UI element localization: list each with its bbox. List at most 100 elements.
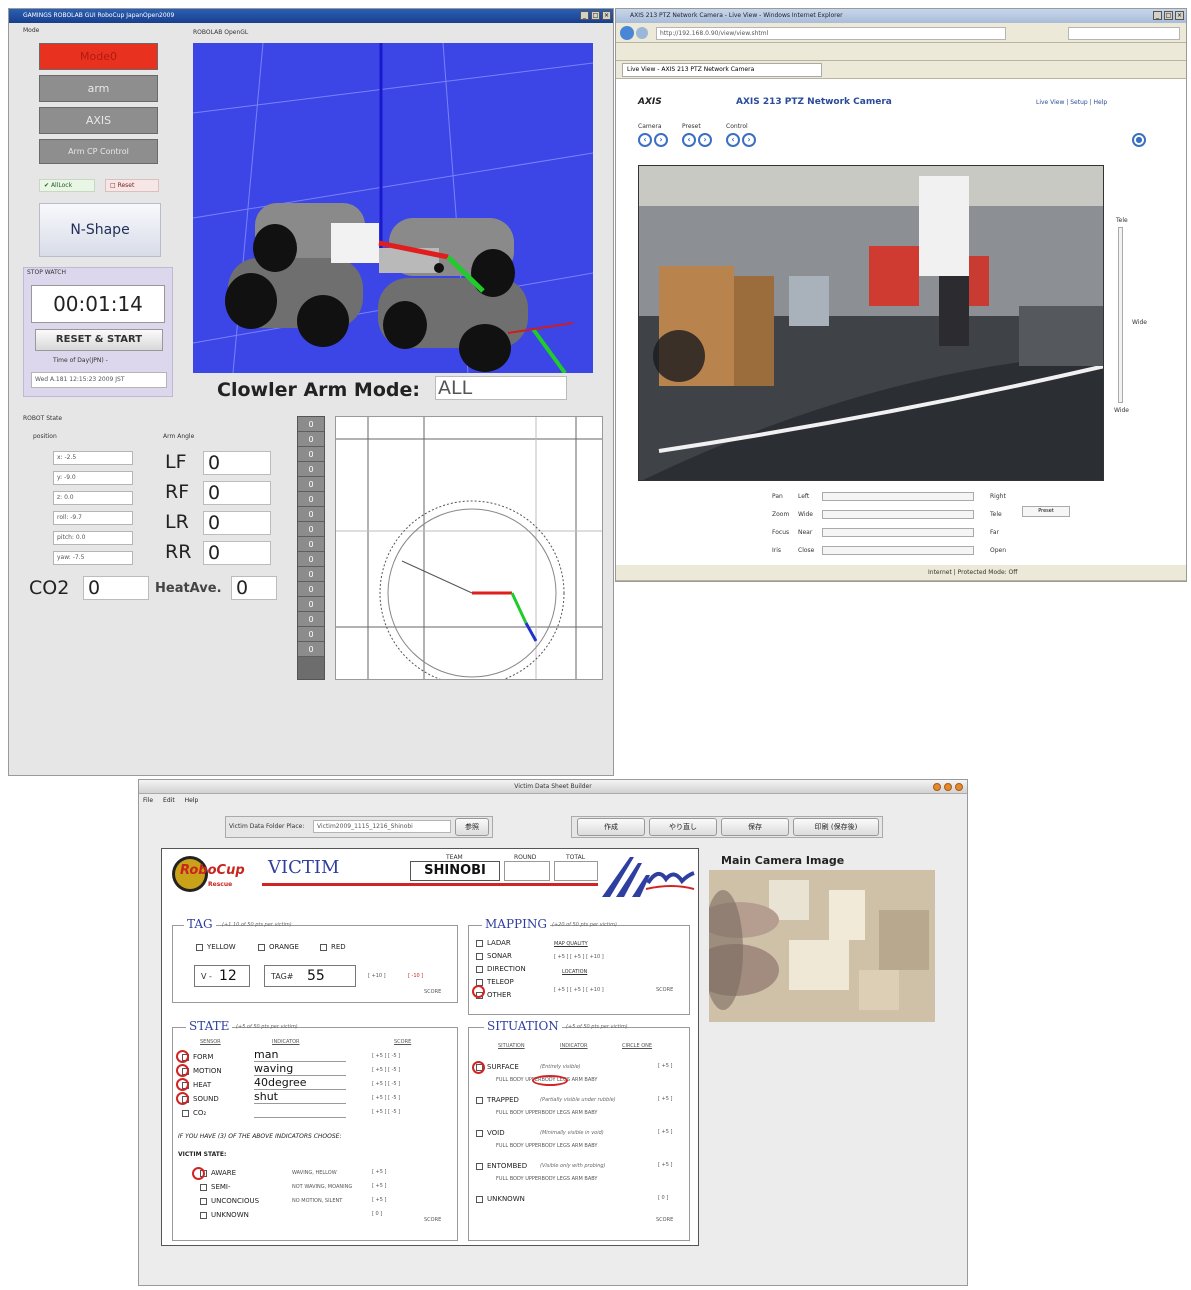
close-button[interactable]: ×	[602, 11, 611, 20]
camera-links[interactable]: Live View | Setup | Help	[1036, 99, 1107, 106]
map-quality-label: MAP QUALITY	[554, 941, 588, 947]
minimize-button[interactable]: _	[580, 11, 589, 20]
position-pitch-field: pitch: 0.0	[53, 531, 133, 545]
alllock-toggle[interactable]: ✔ AllLock	[39, 179, 95, 192]
victim-state-checkbox[interactable]: UNCONCIOUS	[200, 1197, 259, 1205]
situation-checkbox[interactable]: VOID	[476, 1129, 505, 1137]
sensor-column-cell: 0	[298, 462, 324, 477]
create-button[interactable]: 作成	[577, 818, 645, 836]
robot-window-titlebar[interactable]: GAMINGS ROBOLAB GUI RoboCup JapanOpen200…	[9, 9, 613, 23]
victim-close-button[interactable]	[955, 783, 963, 791]
mode0-button[interactable]: Mode0	[39, 43, 158, 70]
preset-button[interactable]: Preset	[1022, 506, 1070, 517]
ptz-slider[interactable]	[822, 528, 974, 537]
ptz-slider[interactable]	[822, 492, 974, 501]
reset-toggle[interactable]: □ Reset	[105, 179, 159, 192]
browser-search-input[interactable]	[1068, 27, 1180, 40]
victim-window-title: Victim Data Sheet Builder	[514, 783, 592, 790]
situation-checkbox[interactable]: TRAPPED	[476, 1096, 519, 1104]
menu-file[interactable]: File	[143, 797, 153, 804]
ptz-slider[interactable]	[822, 510, 974, 519]
forward-icon[interactable]	[636, 27, 648, 39]
control-next-icon[interactable]: ›	[742, 133, 756, 147]
state-score: [ +5 ] [ -5 ]	[372, 1095, 401, 1101]
state-sensor-checkbox[interactable]: CO₂	[182, 1109, 206, 1117]
camera-minimize-button[interactable]: _	[1153, 11, 1162, 20]
preset-prev-icon[interactable]: ‹	[682, 133, 696, 147]
aware-selected-mark	[192, 1167, 205, 1180]
time-of-day-field: Wed A.181 12:15:23 2009 JST	[31, 372, 167, 388]
save-button[interactable]: 保存	[721, 818, 789, 836]
camera-browser-window: AXIS 213 PTZ Network Camera - Live View …	[615, 8, 1187, 582]
victim-state-checkbox[interactable]: UNKNOWN	[200, 1211, 249, 1219]
favorites-bar	[616, 43, 1186, 61]
tag-yellow-checkbox[interactable]: YELLOW	[196, 943, 236, 951]
mapping-item-checkbox[interactable]: TELEOP	[476, 978, 514, 986]
ptz-row-left-label: Near	[798, 529, 813, 536]
mapping-item-checkbox[interactable]: DIRECTION	[476, 965, 526, 973]
location-label: LOCATION	[562, 969, 588, 975]
menu-help[interactable]: Help	[185, 797, 199, 804]
tag-orange-checkbox[interactable]: ORANGE	[258, 943, 299, 951]
camera-next-icon[interactable]: ›	[654, 133, 668, 147]
camera-window-titlebar[interactable]: AXIS 213 PTZ Network Camera - Live View …	[616, 9, 1186, 23]
state-score-label: SCORE	[424, 1217, 442, 1223]
maximize-button[interactable]: □	[591, 11, 600, 20]
victim-window-titlebar[interactable]: Victim Data Sheet Builder	[139, 780, 967, 794]
state-score: [ +5 ] [ -5 ]	[372, 1109, 401, 1115]
location-scores: [ +5 ] [ +5 ] [ +10 ]	[554, 987, 604, 993]
victim-state-checkbox[interactable]: AWARE	[200, 1169, 236, 1177]
n-shape-button[interactable]: N-Shape	[39, 203, 161, 257]
opengl-view[interactable]	[193, 43, 593, 373]
camera-maximize-button[interactable]: □	[1164, 11, 1173, 20]
redo-button[interactable]: やり直し	[649, 818, 717, 836]
ptz-row-left-label: Left	[798, 493, 810, 500]
stopwatch-label: STOP WATCH	[27, 269, 66, 276]
ptz-slider[interactable]	[822, 546, 974, 555]
camera-prev-icon[interactable]: ‹	[638, 133, 652, 147]
arm-lr-value: 0	[203, 511, 271, 535]
total-box	[554, 861, 598, 881]
robocup-logo: RoboCup Rescue	[168, 855, 256, 893]
reset-start-button[interactable]: RESET & START	[35, 329, 163, 351]
situation-note-text: (Partially visible under rubble)	[540, 1097, 616, 1103]
state-indicator-value: man	[254, 1048, 346, 1062]
tag-red-checkbox[interactable]: RED	[320, 943, 346, 951]
folder-input[interactable]: Victim2009_1115_1216_Shinobi	[313, 820, 451, 833]
ptz-row-label: Focus	[772, 529, 790, 536]
camera-live-feed[interactable]	[638, 165, 1104, 481]
axis-button[interactable]: AXIS	[39, 107, 158, 134]
arm-cp-control-button[interactable]: Arm CP Control	[39, 139, 158, 164]
view-label: ROBOLAB OpenGL	[193, 29, 249, 36]
browse-button[interactable]: 参照	[455, 818, 489, 836]
address-input[interactable]: http://192.168.0.90/view/view.shtml	[656, 27, 1006, 40]
situation-checkbox[interactable]: UNKNOWN	[476, 1195, 525, 1203]
tag-section	[172, 925, 458, 1003]
iam-logo-graphic	[602, 857, 695, 897]
menu-edit[interactable]: Edit	[163, 797, 175, 804]
control-prev-icon[interactable]: ‹	[726, 133, 740, 147]
robocup-logo-subtext: Rescue	[208, 881, 233, 888]
camera-close-button[interactable]: ×	[1175, 11, 1184, 20]
back-icon[interactable]	[620, 26, 634, 40]
mapping-note: (+20 of 50 pts per victim)	[552, 922, 617, 928]
victim-state-checkbox[interactable]: SEMI-	[200, 1183, 231, 1191]
preset-next-icon[interactable]: ›	[698, 133, 712, 147]
camera-zoom-slider[interactable]	[1118, 227, 1123, 403]
browser-tab[interactable]: Live View - AXIS 213 PTZ Network Camera	[622, 63, 822, 77]
snapshot-icon[interactable]: ●	[1132, 133, 1146, 147]
situation-checkbox[interactable]: ENTOMBED	[476, 1162, 527, 1170]
arm-radar-plot	[335, 416, 603, 680]
co2-label: CO2	[29, 577, 70, 599]
arm-rf-value: 0	[203, 481, 271, 505]
arm-mode-field[interactable]: ALL	[435, 376, 567, 400]
victim-number-box: V - 12	[194, 965, 250, 987]
mapping-item-checkbox[interactable]: LADAR	[476, 939, 511, 947]
arm-button[interactable]: arm	[39, 75, 158, 102]
victim-minimize-button[interactable]	[933, 783, 941, 791]
print-button[interactable]: 印刷 (保存後)	[793, 818, 879, 836]
surface-selected-mark	[472, 1061, 485, 1074]
mapping-item-checkbox[interactable]: SONAR	[476, 952, 512, 960]
victim-maximize-button[interactable]	[944, 783, 952, 791]
robot-window-title: GAMINGS ROBOLAB GUI RoboCup JapanOpen200…	[23, 12, 175, 19]
